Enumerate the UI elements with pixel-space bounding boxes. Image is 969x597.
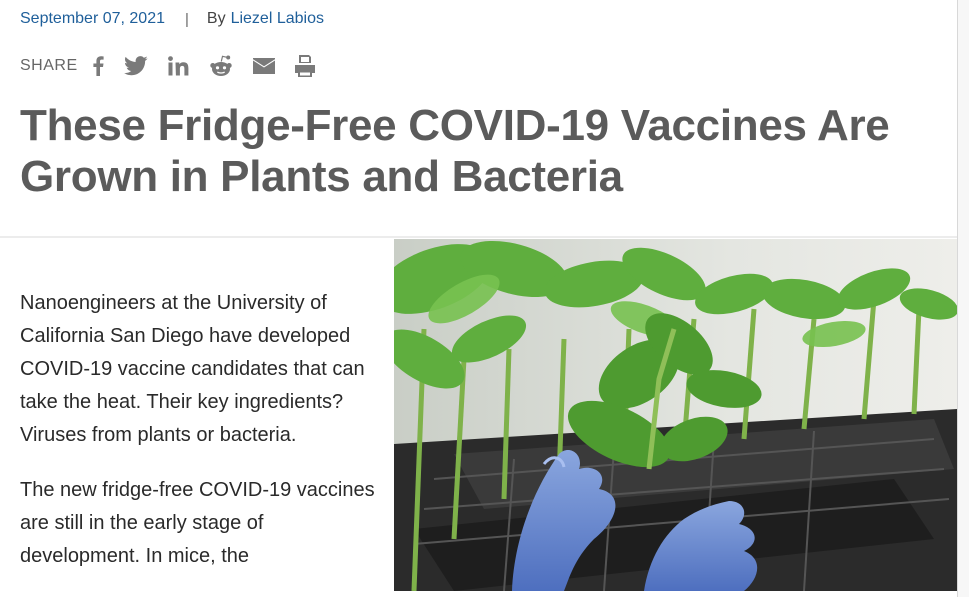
facebook-icon[interactable] bbox=[92, 54, 104, 78]
byline-prefix: By bbox=[206, 10, 226, 27]
meta-separator: | bbox=[185, 10, 189, 28]
article-title: These Fridge-Free COVID-19 Vaccines Are … bbox=[20, 101, 890, 201]
publish-date-link[interactable]: September 07, 2021 bbox=[20, 10, 165, 28]
share-label: SHARE bbox=[20, 57, 78, 74]
linkedin-icon[interactable] bbox=[167, 54, 189, 78]
email-icon[interactable] bbox=[252, 54, 275, 78]
article-meta: September 07, 2021 | By Liezel Labios bbox=[20, 10, 324, 28]
article-body: Nanoengineers at the University of Calif… bbox=[20, 287, 380, 595]
print-icon[interactable] bbox=[294, 54, 315, 78]
page-scrollbar[interactable] bbox=[958, 0, 969, 597]
article-hero-image bbox=[394, 239, 957, 591]
paragraph: The new fridge-free COVID-19 vaccines ar… bbox=[20, 479, 375, 567]
paragraph: Nanoengineers at the University of Calif… bbox=[20, 292, 365, 446]
author-link[interactable]: Liezel Labios bbox=[231, 10, 324, 28]
header-divider bbox=[0, 236, 957, 238]
share-bar: SHARE bbox=[20, 54, 335, 78]
twitter-icon[interactable] bbox=[123, 54, 148, 78]
reddit-icon[interactable] bbox=[209, 54, 233, 78]
